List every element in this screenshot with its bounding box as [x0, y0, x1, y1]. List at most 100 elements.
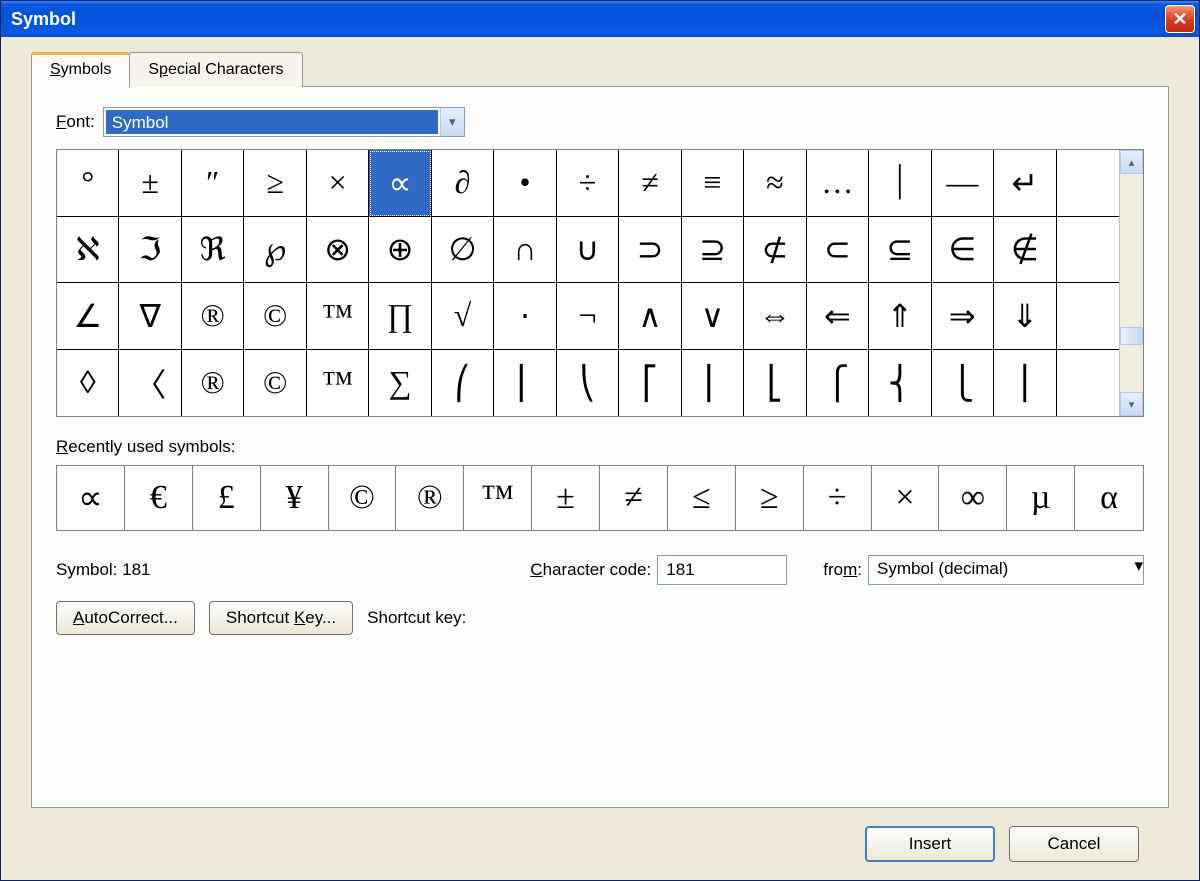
- symbol-cell[interactable]: ∩: [494, 217, 556, 284]
- symbol-cell[interactable]: ⎝: [557, 350, 619, 417]
- scroll-down-button[interactable]: ▾: [1120, 392, 1143, 416]
- recent-symbol-cell[interactable]: ¥: [261, 466, 329, 530]
- close-button[interactable]: ✕: [1165, 5, 1195, 33]
- recent-symbol-cell[interactable]: £: [193, 466, 261, 530]
- symbol-cell[interactable]: ″: [182, 150, 244, 217]
- symbol-cell[interactable]: ≡: [682, 150, 744, 217]
- symbol-cell[interactable]: ÷: [557, 150, 619, 217]
- scroll-up-button[interactable]: ▴: [1120, 150, 1143, 174]
- font-dropdown[interactable]: Symbol ▾: [103, 107, 465, 137]
- symbol-cell[interactable]: ⊃: [619, 217, 681, 284]
- recent-symbol-cell[interactable]: ÷: [804, 466, 872, 530]
- symbol-cell[interactable]: ®: [182, 350, 244, 417]
- symbol-cell[interactable]: ↵: [994, 150, 1056, 217]
- symbol-cell[interactable]: [1057, 283, 1119, 350]
- recent-symbol-cell[interactable]: ∞: [939, 466, 1007, 530]
- symbol-cell[interactable]: ¬: [557, 283, 619, 350]
- symbol-cell[interactable]: ∇: [119, 283, 181, 350]
- autocorrect-button[interactable]: AutoCorrect...: [56, 601, 195, 635]
- symbol-cell[interactable]: ©: [244, 350, 306, 417]
- symbol-cell[interactable]: ±: [119, 150, 181, 217]
- symbol-cell[interactable]: ⇔: [744, 283, 806, 350]
- recent-symbol-cell[interactable]: ×: [872, 466, 940, 530]
- recent-symbol-cell[interactable]: ±: [532, 466, 600, 530]
- symbol-cell[interactable]: —: [932, 150, 994, 217]
- symbol-cell[interactable]: [1057, 217, 1119, 284]
- symbol-cell[interactable]: ⎛: [432, 350, 494, 417]
- tab-symbols[interactable]: Symbols: [31, 52, 130, 87]
- symbol-cell[interactable]: ™: [307, 283, 369, 350]
- recent-symbol-cell[interactable]: €: [125, 466, 193, 530]
- symbol-cell[interactable]: ⎨: [869, 350, 931, 417]
- recent-symbol-cell[interactable]: ≥: [736, 466, 804, 530]
- symbol-cell[interactable]: ×: [307, 150, 369, 217]
- symbol-cell[interactable]: ⊇: [682, 217, 744, 284]
- scroll-track[interactable]: [1120, 174, 1143, 392]
- char-code-input[interactable]: [657, 555, 787, 585]
- insert-button[interactable]: Insert: [865, 826, 995, 862]
- recent-symbol-cell[interactable]: ≠: [600, 466, 668, 530]
- symbol-cell[interactable]: ∑: [369, 350, 431, 417]
- from-dropdown-button[interactable]: ▾: [1134, 556, 1143, 584]
- symbol-cell[interactable]: ⎧: [807, 350, 869, 417]
- symbol-cell[interactable]: ∈: [932, 217, 994, 284]
- symbol-cell[interactable]: ⊂: [807, 217, 869, 284]
- symbol-cell[interactable]: ⇒: [932, 283, 994, 350]
- symbol-cell[interactable]: ∉: [994, 217, 1056, 284]
- recent-symbol-cell[interactable]: ∝: [57, 466, 125, 530]
- from-dropdown[interactable]: Symbol (decimal) ▾: [868, 555, 1144, 585]
- symbol-cell[interactable]: ∨: [682, 283, 744, 350]
- symbol-cell[interactable]: •: [494, 150, 556, 217]
- symbol-cell[interactable]: ⋅: [494, 283, 556, 350]
- symbol-cell[interactable]: ∠: [57, 283, 119, 350]
- symbol-cell[interactable]: ℵ: [57, 217, 119, 284]
- symbol-cell[interactable]: ⏐: [869, 150, 931, 217]
- scroll-thumb[interactable]: [1120, 327, 1143, 345]
- symbol-cell[interactable]: 〈: [119, 350, 181, 417]
- symbol-cell[interactable]: ™: [307, 350, 369, 417]
- symbol-cell[interactable]: °: [57, 150, 119, 217]
- symbol-cell[interactable]: ⎩: [932, 350, 994, 417]
- symbol-cell[interactable]: ∝: [369, 150, 431, 217]
- symbol-cell[interactable]: ⎣: [744, 350, 806, 417]
- symbol-cell[interactable]: ⇑: [869, 283, 931, 350]
- symbol-cell[interactable]: ⊆: [869, 217, 931, 284]
- recent-symbol-cell[interactable]: ©: [329, 466, 397, 530]
- symbol-cell[interactable]: ⇐: [807, 283, 869, 350]
- grid-scrollbar[interactable]: ▴ ▾: [1119, 150, 1143, 416]
- symbol-cell[interactable]: …: [807, 150, 869, 217]
- symbol-cell[interactable]: ⊕: [369, 217, 431, 284]
- cancel-button[interactable]: Cancel: [1009, 826, 1139, 862]
- symbol-cell[interactable]: ⊗: [307, 217, 369, 284]
- symbol-cell[interactable]: ⊄: [744, 217, 806, 284]
- recent-symbol-cell[interactable]: µ: [1007, 466, 1075, 530]
- symbol-cell[interactable]: ⎡: [619, 350, 681, 417]
- recent-symbol-cell[interactable]: ™: [464, 466, 532, 530]
- recent-symbol-cell[interactable]: ≤: [668, 466, 736, 530]
- symbol-cell[interactable]: ∏: [369, 283, 431, 350]
- symbol-cell[interactable]: ≠: [619, 150, 681, 217]
- symbol-cell[interactable]: ℘: [244, 217, 306, 284]
- shortcut-key-button[interactable]: Shortcut Key...: [209, 601, 353, 635]
- symbol-cell[interactable]: ≥: [244, 150, 306, 217]
- symbol-cell[interactable]: [1057, 150, 1119, 217]
- symbol-cell[interactable]: ⎜: [494, 350, 556, 417]
- tab-special-characters[interactable]: Special Characters: [129, 52, 302, 87]
- symbol-cell[interactable]: ⎢: [682, 350, 744, 417]
- symbol-cell[interactable]: ℑ: [119, 217, 181, 284]
- font-dropdown-button[interactable]: ▾: [440, 108, 464, 136]
- symbol-cell[interactable]: √: [432, 283, 494, 350]
- symbol-cell[interactable]: ∂: [432, 150, 494, 217]
- symbol-cell[interactable]: ®: [182, 283, 244, 350]
- symbol-cell[interactable]: ∧: [619, 283, 681, 350]
- symbol-cell[interactable]: ©: [244, 283, 306, 350]
- recent-symbol-cell[interactable]: α: [1075, 466, 1143, 530]
- symbol-cell[interactable]: ℜ: [182, 217, 244, 284]
- symbol-cell[interactable]: ≈: [744, 150, 806, 217]
- symbol-cell[interactable]: ◊: [57, 350, 119, 417]
- symbol-cell[interactable]: [1057, 350, 1119, 417]
- symbol-cell[interactable]: ⇓: [994, 283, 1056, 350]
- recent-symbol-cell[interactable]: ®: [396, 466, 464, 530]
- symbol-cell[interactable]: ⎪: [994, 350, 1056, 417]
- symbol-cell[interactable]: ∅: [432, 217, 494, 284]
